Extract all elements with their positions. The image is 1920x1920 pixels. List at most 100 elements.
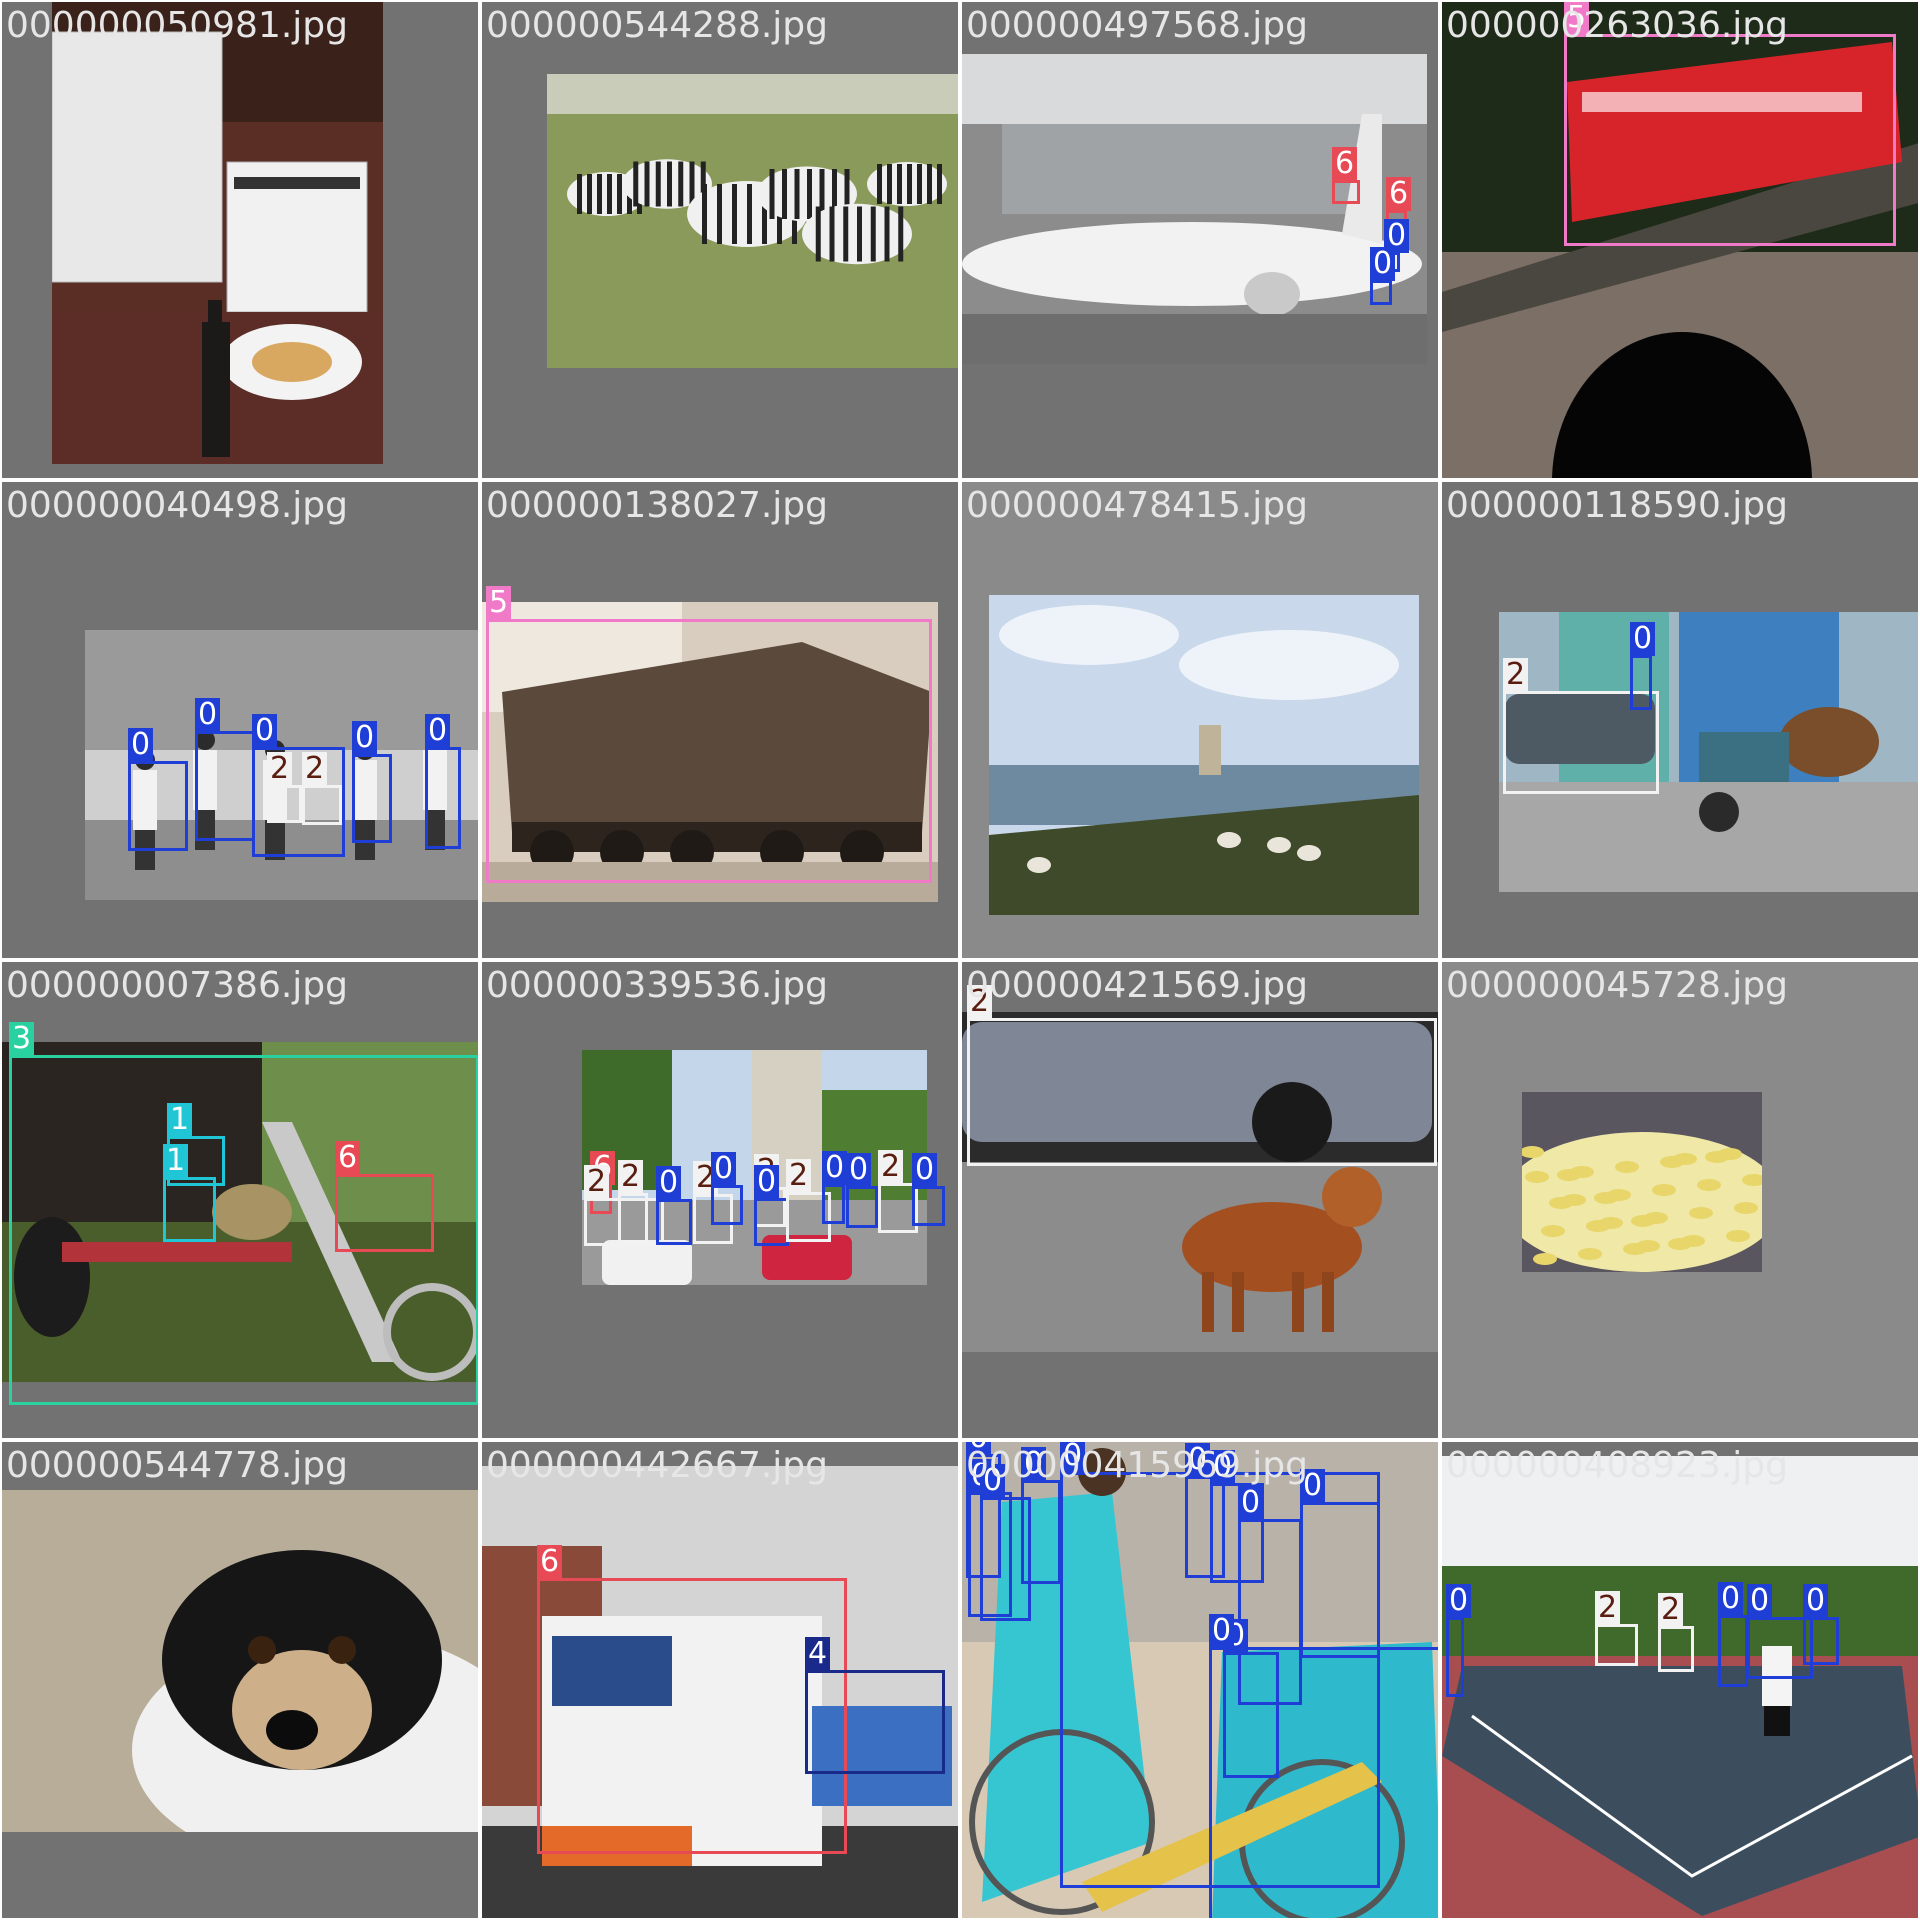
mosaic-tile: 5 000000263036.jpg bbox=[1442, 2, 1918, 478]
mosaic-tile: 0 2 2 0 0 0 000000408923.jpg bbox=[1442, 1442, 1918, 1918]
bounding-box bbox=[195, 731, 255, 841]
class-label: 0 bbox=[352, 721, 378, 755]
bounding-box bbox=[1300, 1502, 1380, 1658]
bounding-box bbox=[352, 754, 392, 843]
image-filename: 000000339536.jpg bbox=[486, 965, 828, 1006]
tile-photo bbox=[962, 54, 1427, 364]
class-label: 2 bbox=[1658, 1593, 1684, 1627]
bounding-box bbox=[486, 619, 932, 883]
bounding-box bbox=[846, 1186, 878, 1228]
class-label: 4 bbox=[805, 1637, 831, 1671]
tile-photo bbox=[1522, 1092, 1762, 1272]
tile-photo bbox=[989, 595, 1419, 915]
class-label: 0 bbox=[846, 1153, 872, 1187]
class-label: 1 bbox=[163, 1144, 189, 1178]
bounding-box bbox=[1564, 34, 1896, 246]
class-label: 0 bbox=[754, 1165, 780, 1199]
noodles-scene bbox=[1522, 1092, 1762, 1272]
bounding-box bbox=[1595, 1624, 1638, 1666]
class-label: 2 bbox=[584, 1165, 610, 1199]
bounding-box bbox=[1658, 1626, 1694, 1672]
mosaic-tile: 000000544778.jpg bbox=[2, 1442, 478, 1918]
bounding-box bbox=[335, 1174, 434, 1252]
image-filename: 000000118590.jpg bbox=[1446, 485, 1788, 526]
class-label: 5 bbox=[486, 586, 512, 620]
image-filename: 000000478415.jpg bbox=[966, 485, 1308, 526]
class-label: 3 bbox=[9, 1022, 35, 1056]
class-label: 0 bbox=[1238, 1486, 1264, 1520]
class-label: 0 bbox=[1630, 622, 1656, 656]
class-label: 2 bbox=[1595, 1591, 1621, 1625]
mosaic-tile: 2 0 000000118590.jpg bbox=[1442, 482, 1918, 958]
class-label: 0 bbox=[1718, 1582, 1744, 1616]
mosaic-tile: 00000000000000000415969.jpg bbox=[962, 1442, 1438, 1918]
class-label: 2 bbox=[786, 1159, 812, 1193]
image-filename: 000000007386.jpg bbox=[6, 965, 348, 1006]
class-label: 0 bbox=[1747, 1584, 1773, 1618]
image-filename: 000000263036.jpg bbox=[1446, 5, 1788, 46]
bounding-box bbox=[1332, 180, 1360, 204]
lake-sheep-scene bbox=[989, 595, 1419, 915]
bounding-box bbox=[711, 1185, 743, 1225]
image-filename: 000000442667.jpg bbox=[486, 1445, 828, 1486]
class-label: 2 bbox=[1503, 658, 1529, 692]
class-label: 2 bbox=[302, 752, 328, 786]
class-label: 0 bbox=[822, 1151, 848, 1185]
mosaic-tile: 6 4 000000442667.jpg bbox=[482, 1442, 958, 1918]
image-filename: 000000415969.jpg bbox=[966, 1445, 1308, 1486]
class-label: 6 bbox=[537, 1545, 563, 1579]
mosaic-tile: 6220202020020000000339536.jpg bbox=[482, 962, 958, 1438]
class-label: 0 bbox=[195, 698, 221, 732]
image-filename: 000000408923.jpg bbox=[1446, 1445, 1788, 1486]
class-label: 0 bbox=[1446, 1584, 1472, 1618]
bounding-box bbox=[822, 1184, 845, 1224]
class-label: 2 bbox=[618, 1160, 644, 1194]
class-label: 6 bbox=[1386, 177, 1412, 211]
mosaic-tile: 0 0 0 0 0 2 2 000000040498.jpg bbox=[2, 482, 478, 958]
class-label: 1 bbox=[167, 1103, 193, 1137]
tile-photo bbox=[1442, 1456, 1918, 1918]
bounding-box bbox=[425, 747, 461, 849]
class-label: 6 bbox=[335, 1141, 361, 1175]
class-label: 0 bbox=[1370, 247, 1396, 281]
mosaic-tile: 000000050981.jpg bbox=[2, 2, 478, 478]
bounding-box bbox=[618, 1193, 648, 1243]
image-filename: 000000045728.jpg bbox=[1446, 965, 1788, 1006]
image-filename: 000000421569.jpg bbox=[966, 965, 1308, 1006]
tile-photo bbox=[547, 74, 958, 368]
class-label: 6 bbox=[1332, 147, 1358, 181]
bounding-box bbox=[537, 1578, 847, 1854]
image-filename: 000000544778.jpg bbox=[6, 1445, 348, 1486]
mosaic-tile: 6 6 0 0 000000497568.jpg bbox=[962, 2, 1438, 478]
bounding-box bbox=[1370, 280, 1392, 305]
class-label: 0 bbox=[711, 1152, 737, 1186]
image-filename: 000000040498.jpg bbox=[6, 485, 348, 526]
image-filename: 000000050981.jpg bbox=[6, 5, 348, 46]
bounding-box bbox=[128, 761, 188, 851]
training-batch-mosaic: 000000050981.jpg 000000544288.jpg 6 6 0 0 0000… bbox=[0, 0, 1920, 1920]
mosaic-tile: 3 1 1 6 000000007386.jpg bbox=[2, 962, 478, 1438]
bounding-box bbox=[967, 1018, 1437, 1166]
mosaic-tile: 000000478415.jpg bbox=[962, 482, 1438, 958]
bounding-box bbox=[302, 785, 342, 825]
bounding-box bbox=[1630, 655, 1652, 710]
image-filename: 000000138027.jpg bbox=[486, 485, 828, 526]
image-filename: 000000544288.jpg bbox=[486, 5, 828, 46]
bounding-box bbox=[1803, 1617, 1839, 1665]
image-filename: 000000497568.jpg bbox=[966, 5, 1308, 46]
class-label: 0 bbox=[912, 1153, 938, 1187]
class-label: 0 bbox=[252, 714, 278, 748]
kitchen-scene bbox=[52, 2, 383, 464]
tile-photo bbox=[52, 2, 383, 464]
tile-photo bbox=[2, 1490, 478, 1832]
class-label: 2 bbox=[878, 1150, 904, 1184]
mosaic-tile: 2 000000421569.jpg bbox=[962, 962, 1438, 1438]
class-label: 0 bbox=[425, 714, 451, 748]
bounding-box bbox=[912, 1186, 945, 1226]
mosaic-tile: 000000544288.jpg bbox=[482, 2, 958, 478]
bounding-box bbox=[1021, 1480, 1061, 1584]
puppy-scene bbox=[2, 1490, 478, 1832]
class-label: 0 bbox=[656, 1166, 682, 1200]
bounding-box bbox=[1446, 1617, 1464, 1697]
zebra-herd-scene bbox=[547, 74, 958, 368]
